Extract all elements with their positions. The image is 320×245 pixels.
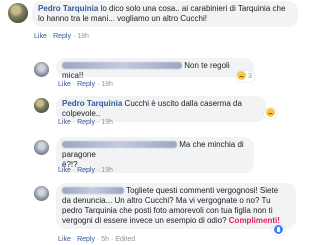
like-link[interactable]: Like: [58, 236, 71, 243]
comment-text: da denuncia... Un altro Cucchi? Ma vi ve…: [62, 196, 271, 205]
avatar[interactable]: [34, 140, 49, 155]
comment-text: lo hanno tra le mani... vogliamo un altr…: [38, 14, 207, 23]
like-link[interactable]: Like: [34, 33, 47, 40]
reply-link[interactable]: Reply: [53, 33, 71, 40]
reaction-summary[interactable]: [272, 225, 285, 236]
comment-actions: Like · Reply · 19h: [58, 81, 113, 88]
comment-text: pedro Tarquinia che posti foto amorevoli…: [62, 206, 273, 215]
avatar[interactable]: [34, 98, 49, 113]
avatar[interactable]: [8, 3, 28, 23]
timestamp[interactable]: 19h: [101, 119, 113, 126]
like-link[interactable]: Like: [58, 119, 71, 126]
reaction-count: 3: [248, 73, 252, 80]
edited-label[interactable]: Edited: [115, 236, 135, 243]
sad-reaction-icon: [237, 71, 246, 81]
reply-link[interactable]: Reply: [77, 167, 95, 174]
comment-actions: Like · Reply · 19h: [34, 33, 89, 40]
reaction-summary[interactable]: 3: [236, 71, 255, 82]
like-link[interactable]: Like: [58, 81, 71, 88]
reply-link[interactable]: Reply: [77, 81, 95, 88]
comment-bubble: Togliete questi commenti vergognosi! Sie…: [56, 183, 296, 229]
reaction-summary[interactable]: [264, 108, 277, 119]
comment-actions: Like · Reply · 19h: [58, 167, 113, 174]
reply-link[interactable]: Reply: [77, 236, 95, 243]
avatar[interactable]: [34, 62, 49, 77]
like-link[interactable]: Like: [58, 167, 71, 174]
sad-reaction-icon: [266, 108, 275, 118]
comment-text: Togliete questi commenti vergognosi! Sie…: [126, 186, 279, 195]
comment-text: lo dico solo una cosa.. ai carabinieri d…: [100, 4, 286, 13]
redacted-author: [62, 62, 182, 70]
comment-bubble: Non te regoli mica!!: [56, 58, 254, 80]
comment-text: vergogni di essere invece un esempio di …: [62, 216, 227, 225]
redacted-author: [62, 187, 124, 195]
like-reaction-icon: [274, 225, 283, 235]
reply-link[interactable]: Reply: [77, 119, 95, 126]
comment-highlight: Complimenti!: [228, 216, 280, 225]
timestamp[interactable]: 19h: [101, 81, 113, 88]
timestamp[interactable]: 5h: [101, 236, 109, 243]
comment-actions: Like · Reply · 19h: [58, 119, 113, 126]
timestamp[interactable]: 19h: [101, 167, 113, 174]
comment-author[interactable]: Pedro Tarquinia: [62, 99, 122, 108]
redacted-author: [62, 141, 177, 149]
avatar[interactable]: [34, 186, 49, 201]
timestamp[interactable]: 19h: [77, 33, 89, 40]
comment-actions: Like · Reply · 5h · Edited: [58, 236, 136, 243]
comment-bubble: Pedro Tarquinia lo dico solo una cosa.. …: [32, 1, 298, 27]
comment-author[interactable]: Pedro Tarquinia: [38, 4, 98, 13]
